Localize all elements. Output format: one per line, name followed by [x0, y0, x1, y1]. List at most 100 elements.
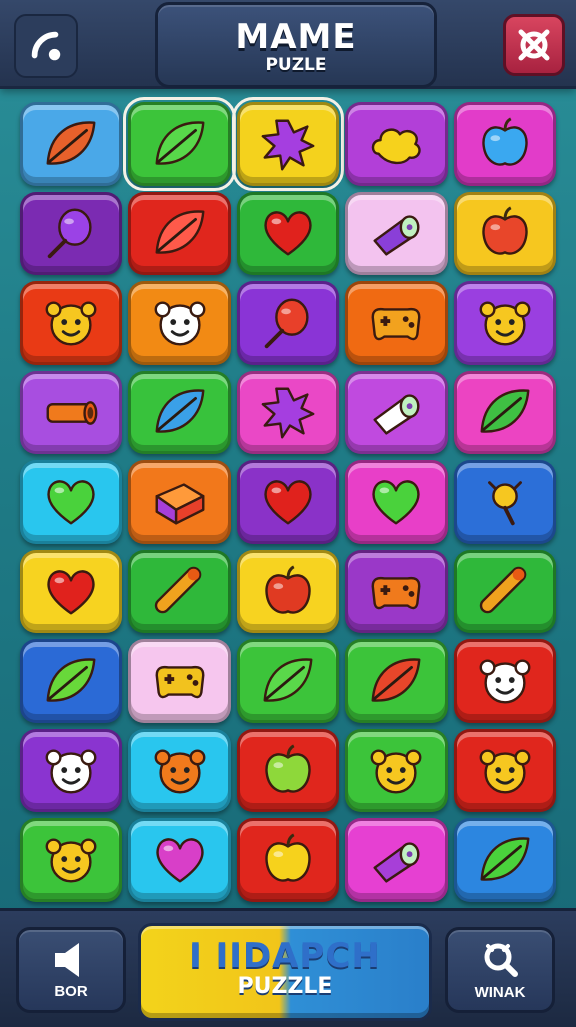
apple-icon: [265, 565, 311, 614]
puzzle-tile[interactable]: [20, 728, 123, 813]
puzzle-tile[interactable]: [453, 460, 556, 544]
leaf-icon: [263, 658, 313, 702]
leaf-icon: [155, 389, 205, 434]
speaker-icon: [55, 942, 79, 977]
puzzle-tile[interactable]: [453, 102, 556, 186]
leaf-icon: [371, 658, 421, 702]
puzzle-tile[interactable]: [345, 460, 448, 544]
leaf-icon: [46, 658, 96, 702]
roll-icon: [373, 394, 420, 435]
puzzle-tile[interactable]: [236, 549, 340, 634]
puzzle-tile[interactable]: [236, 639, 340, 723]
puzzle-tile[interactable]: [345, 728, 448, 813]
bone-icon: [154, 566, 201, 613]
box-icon: [155, 483, 205, 525]
balloon-icon: [47, 208, 92, 259]
gamepad-icon: [371, 307, 421, 341]
sound-button[interactable]: BOR: [16, 927, 126, 1013]
heart-icon: [372, 480, 420, 525]
heart-icon: [264, 211, 312, 256]
puzzle-tile[interactable]: [20, 818, 123, 902]
top-bar: MAME PUZLE: [0, 0, 576, 89]
roll-icon: [373, 842, 420, 883]
puzzle-tile[interactable]: [128, 728, 231, 813]
puzzle-tile[interactable]: [20, 370, 123, 455]
play-button-subtitle: PUZZLE: [237, 974, 333, 999]
phone-back-icon: [31, 31, 61, 61]
apple-icon: [265, 744, 311, 793]
leaf-icon: [46, 121, 96, 165]
puzzle-tile[interactable]: [231, 97, 345, 191]
leaf-icon: [480, 837, 530, 881]
game-title: MAME: [235, 17, 357, 57]
face-icon: [479, 301, 531, 346]
face-icon: [479, 749, 531, 794]
puzzle-tile[interactable]: [345, 818, 448, 902]
face-icon: [479, 659, 531, 704]
cloud-icon: [372, 128, 422, 164]
apple-icon: [265, 833, 311, 882]
puzzle-tile[interactable]: [128, 549, 231, 634]
leaf-icon: [155, 210, 205, 254]
bone-icon: [479, 566, 527, 613]
puzzle-tile[interactable]: [236, 191, 340, 276]
puzzle-tile[interactable]: [345, 191, 448, 276]
leaf-icon: [480, 389, 530, 434]
face-icon: [370, 749, 422, 794]
puzzle-tile[interactable]: [20, 549, 123, 634]
puzzle-tile[interactable]: [128, 370, 231, 455]
puzzle-tile[interactable]: [20, 191, 123, 276]
puzzle-tile[interactable]: [236, 370, 340, 455]
game-subtitle: PUZLE: [265, 55, 327, 75]
title-panel: MAME PUZLE: [155, 2, 437, 88]
puzzle-tile[interactable]: [236, 281, 340, 365]
roll-icon: [373, 215, 420, 256]
heart-icon: [264, 480, 312, 525]
puzzle-tile[interactable]: [20, 639, 123, 723]
face-icon: [154, 749, 206, 794]
puzzle-tile[interactable]: [345, 281, 448, 365]
puzzle-tile[interactable]: [345, 639, 448, 723]
puzzle-tile[interactable]: [123, 97, 236, 191]
puzzle-grid: [20, 97, 556, 902]
leaf-icon: [155, 121, 205, 165]
puzzle-tile[interactable]: [236, 460, 340, 544]
puzzle-tile[interactable]: [20, 102, 123, 186]
face-icon: [154, 301, 206, 346]
close-button[interactable]: [503, 14, 565, 76]
face-icon: [45, 838, 97, 883]
splat-icon: [261, 387, 315, 439]
puzzle-tile[interactable]: [453, 281, 556, 365]
puzzle-tile[interactable]: [128, 818, 231, 902]
apple-icon: [482, 117, 528, 166]
puzzle-tile[interactable]: [20, 281, 123, 365]
puzzle-tile[interactable]: [453, 370, 556, 455]
puzzle-tile[interactable]: [345, 370, 448, 455]
puzzle-tile[interactable]: [453, 818, 556, 902]
puzzle-tile[interactable]: [345, 102, 448, 186]
back-button[interactable]: [14, 14, 78, 78]
puzzle-tile[interactable]: [128, 639, 231, 723]
puzzle-tile[interactable]: [236, 818, 340, 902]
cannon-icon: [46, 401, 98, 426]
search-icon: [484, 943, 518, 977]
puzzle-tile[interactable]: [128, 460, 231, 544]
puzzle-tile[interactable]: [453, 191, 556, 276]
puzzle-tile[interactable]: [453, 549, 556, 634]
play-button[interactable]: I IIDAPCH PUZZLE: [138, 923, 432, 1021]
search-button-label: WINAK: [474, 983, 526, 1001]
puzzle-tile[interactable]: [453, 728, 556, 813]
lamp-icon: [487, 481, 522, 526]
splat-icon: [261, 119, 315, 171]
puzzle-tile[interactable]: [236, 728, 340, 813]
play-button-title: I IIDAPCH: [189, 936, 381, 976]
puzzle-tile[interactable]: [453, 639, 556, 723]
balloon-icon: [264, 298, 309, 349]
puzzle-tile[interactable]: [345, 549, 448, 634]
gamepad-icon: [371, 576, 421, 609]
puzzle-tile[interactable]: [128, 281, 231, 365]
search-button[interactable]: WINAK: [445, 927, 555, 1013]
puzzle-tile[interactable]: [20, 460, 123, 544]
bottom-bar: BOR I IIDAPCH PUZZLE WINAK: [0, 908, 576, 1027]
puzzle-tile[interactable]: [128, 191, 231, 276]
